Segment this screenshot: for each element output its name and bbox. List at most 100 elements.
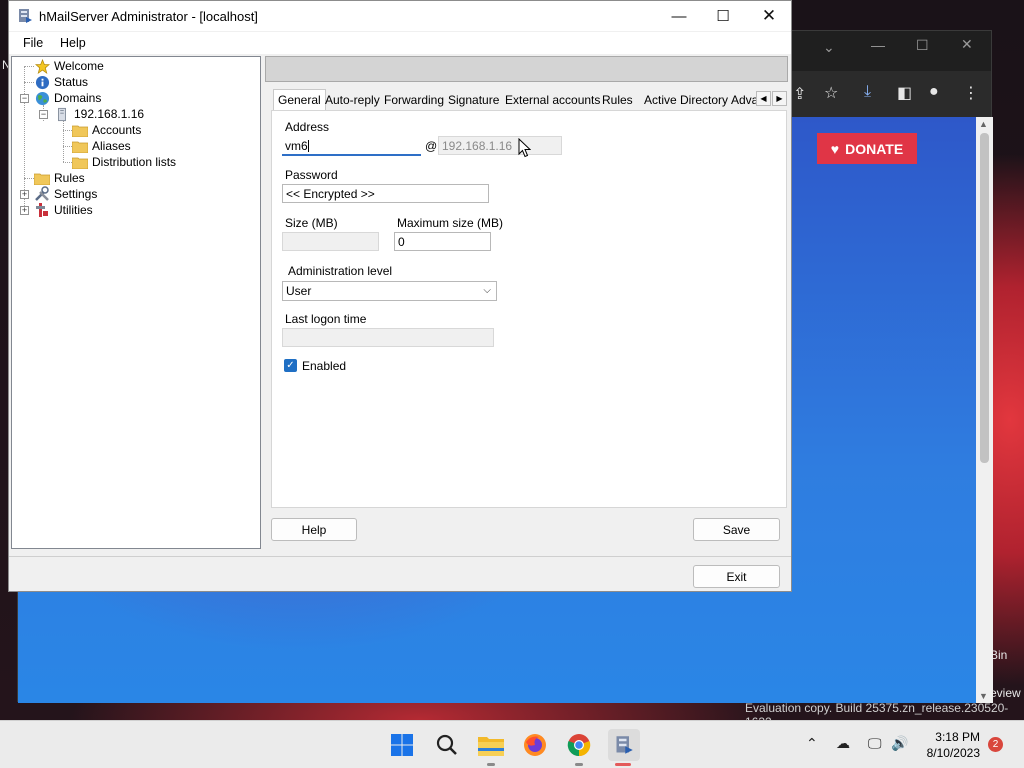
- collapse-domain-icon[interactable]: −: [39, 110, 48, 119]
- tab-general[interactable]: General: [273, 89, 326, 111]
- sidepanel-icon[interactable]: ◧: [897, 83, 912, 103]
- bookmark-star-icon[interactable]: ☆: [824, 83, 838, 103]
- panel-header-bar: [265, 56, 788, 82]
- text-caret: [307, 140, 309, 152]
- clock-date: 8/10/2023: [926, 746, 980, 760]
- save-button[interactable]: Save: [693, 518, 780, 541]
- volume-icon[interactable]: 🔊: [891, 735, 908, 752]
- browser-maximize-button[interactable]: ☐: [916, 37, 929, 54]
- browser-scrollbar[interactable]: ▲ ▼: [976, 117, 993, 703]
- clock-time: 3:18 PM: [935, 730, 980, 744]
- browser-menu-icon[interactable]: ⋮: [963, 83, 979, 103]
- tree-label: Aliases: [92, 139, 131, 153]
- file-explorer-icon[interactable]: [477, 731, 505, 759]
- tab-rules[interactable]: Rules: [602, 93, 633, 107]
- tree-connector: [63, 130, 72, 131]
- tree-label: Settings: [54, 187, 98, 201]
- tree-label: Welcome: [54, 59, 104, 73]
- chevron-down-icon: ⌵: [483, 285, 491, 296]
- enabled-checkbox[interactable]: ✓: [284, 359, 297, 372]
- maximize-button[interactable]: ☐: [706, 5, 740, 27]
- tree-item-aliases[interactable]: Aliases: [72, 138, 131, 154]
- chrome-icon[interactable]: [565, 731, 593, 759]
- expand-utilities-icon[interactable]: +: [20, 206, 29, 215]
- menu-help[interactable]: Help: [60, 36, 86, 50]
- menubar: File Help: [9, 32, 791, 54]
- notification-badge[interactable]: 2: [988, 737, 1003, 752]
- hmailserver-taskbar-icon[interactable]: [608, 729, 640, 761]
- window-title: hMailServer Administrator - [localhost]: [39, 9, 258, 24]
- size-field: [282, 232, 379, 251]
- scroll-down-icon[interactable]: ▼: [979, 691, 988, 701]
- tree-item-status[interactable]: Status: [34, 74, 88, 90]
- tree-connector: [63, 162, 72, 163]
- tree-item-accounts[interactable]: Accounts: [72, 122, 141, 138]
- tree-label: Accounts: [92, 123, 142, 137]
- scroll-up-icon[interactable]: ▲: [979, 119, 988, 129]
- general-tab-panel: Address vm6 @ 192.168.1.16 Password << E…: [271, 110, 787, 508]
- tree-label: Rules: [54, 171, 85, 185]
- tab-advanced-partial[interactable]: Adva: [731, 93, 757, 107]
- profile-icon[interactable]: ●: [929, 83, 939, 101]
- download-icon[interactable]: ⤓: [864, 83, 871, 101]
- firefox-icon[interactable]: [521, 731, 549, 759]
- active-app-indicator: [615, 763, 631, 766]
- address-input[interactable]: vm6: [282, 137, 421, 156]
- tree-item-rules[interactable]: Rules: [34, 170, 85, 186]
- folder-icon: [34, 170, 50, 186]
- clock[interactable]: 3:18 PM 8/10/2023: [927, 729, 980, 761]
- tab-auto-reply[interactable]: Auto-reply: [325, 93, 380, 107]
- tree-item-settings[interactable]: Settings: [34, 186, 97, 202]
- tree-item-domain-ip[interactable]: 192.168.1.16: [54, 106, 144, 122]
- browser-minimize-button[interactable]: —: [871, 37, 885, 53]
- size-label: Size (MB): [285, 216, 338, 230]
- expand-settings-icon[interactable]: +: [20, 190, 29, 199]
- tree-item-distribution-lists[interactable]: Distribution lists: [72, 154, 176, 170]
- close-button[interactable]: ✕: [752, 5, 786, 27]
- at-sign: @: [425, 139, 438, 153]
- running-indicator: [575, 763, 583, 766]
- minimize-button[interactable]: —: [662, 5, 696, 27]
- browser-tabsearch-icon[interactable]: ⌄: [823, 39, 835, 56]
- donate-button[interactable]: ♥ DONATE: [817, 133, 917, 164]
- collapse-domains-icon[interactable]: −: [20, 94, 29, 103]
- heart-icon: ♥: [830, 140, 840, 157]
- chevron-up-icon[interactable]: ⌃: [806, 735, 818, 752]
- account-tabs: General Auto-reply Forwarding Signature …: [271, 89, 787, 111]
- tab-scroll-left-icon[interactable]: ◀: [756, 91, 771, 106]
- admin-level-select[interactable]: User ⌵: [282, 281, 497, 301]
- domain-field: 192.168.1.16: [438, 136, 562, 155]
- tab-forwarding[interactable]: Forwarding: [384, 93, 444, 107]
- network-icon[interactable]: 🖵: [868, 735, 882, 752]
- windows-start-icon[interactable]: [388, 731, 416, 759]
- search-icon[interactable]: [433, 731, 461, 759]
- menu-file[interactable]: File: [23, 36, 43, 50]
- max-size-input[interactable]: 0: [394, 232, 491, 251]
- enabled-label[interactable]: Enabled: [302, 359, 346, 373]
- taskbar: ⌃ ☁ 🖵 🔊 3:18 PM 8/10/2023: [0, 720, 1024, 768]
- navigation-tree: Welcome Status − Domains − 192.168.1.16 …: [11, 56, 261, 549]
- tree-item-domains[interactable]: Domains: [34, 90, 101, 106]
- folder-icon: [72, 154, 88, 170]
- tree-label: 192.168.1.16: [74, 107, 145, 121]
- window-titlebar[interactable]: hMailServer Administrator - [localhost] …: [9, 1, 791, 31]
- scrollbar-thumb[interactable]: [980, 133, 989, 463]
- tab-active-directory[interactable]: Active Directory: [644, 93, 728, 107]
- password-input[interactable]: << Encrypted >>: [282, 184, 489, 203]
- exit-button[interactable]: Exit: [693, 565, 780, 588]
- browser-close-button[interactable]: ✕: [961, 36, 973, 53]
- tree-connector: [24, 66, 34, 67]
- tab-external-accounts[interactable]: External accounts: [505, 93, 600, 107]
- onedrive-icon[interactable]: ☁: [836, 735, 850, 752]
- tree-item-utilities[interactable]: Utilities: [34, 202, 93, 218]
- tree-label: Domains: [54, 91, 102, 105]
- server-icon: [54, 106, 70, 122]
- tab-scroll-right-icon[interactable]: ▶: [772, 91, 787, 106]
- tab-signature[interactable]: Signature: [448, 93, 499, 107]
- preview-label: eview: [990, 686, 1021, 700]
- help-button[interactable]: Help: [271, 518, 357, 541]
- tree-item-welcome[interactable]: Welcome: [34, 58, 104, 74]
- last-logon-label: Last logon time: [285, 312, 367, 326]
- toolbox-icon: [34, 202, 50, 218]
- share-icon[interactable]: ⇪: [793, 84, 806, 104]
